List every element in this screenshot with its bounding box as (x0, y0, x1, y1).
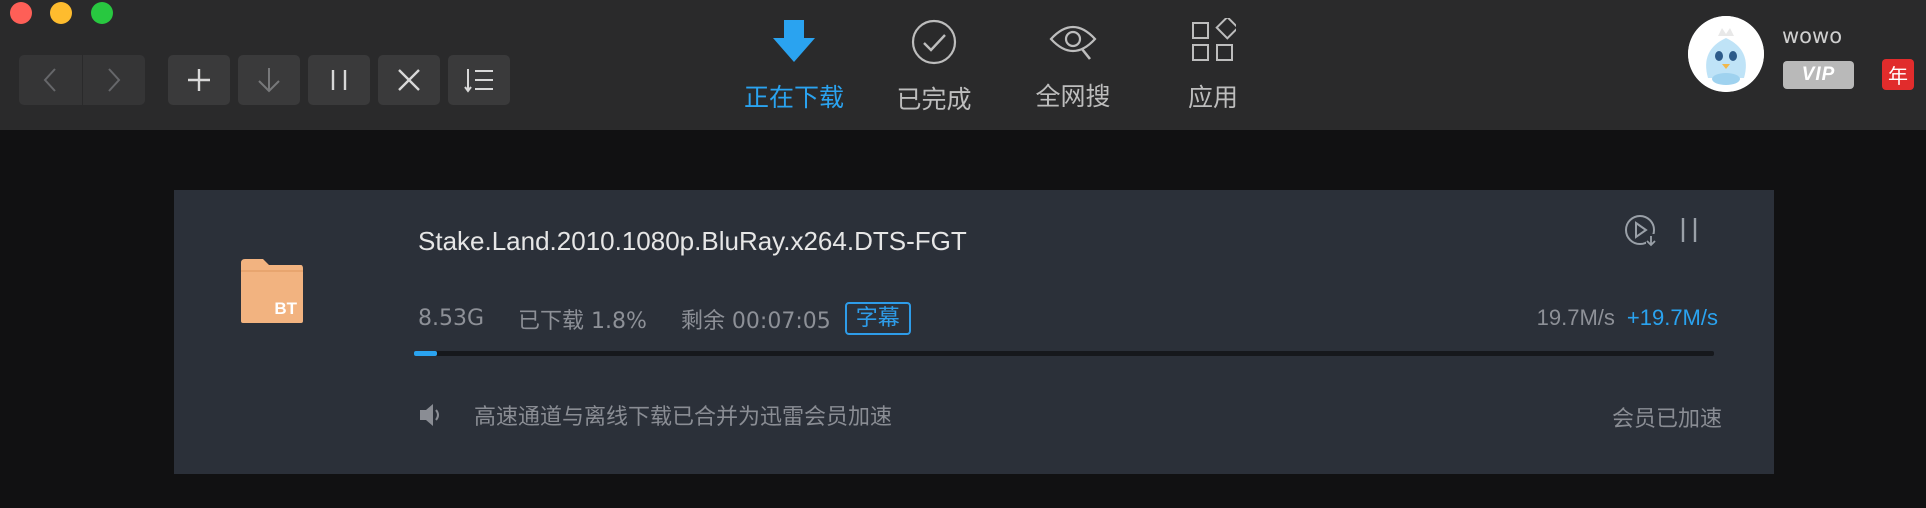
bird-mascot-icon (1688, 16, 1764, 92)
eye-search-icon (1049, 25, 1097, 60)
notice-row: 高速通道与离线下载已合并为迅雷会员加速 (418, 399, 892, 431)
year-member-badge: 年 (1882, 59, 1914, 90)
speaker-icon (420, 404, 439, 426)
download-task-card[interactable]: BT Stake.Land.2010.1080p.BluRay.x264.DTS… (174, 190, 1774, 474)
tab-downloading[interactable]: 正在下载 (739, 18, 849, 113)
window-zoom-button[interactable] (91, 2, 113, 24)
play-download-icon[interactable] (1624, 214, 1658, 248)
vip-label: VIP (1801, 64, 1836, 85)
window-minimize-button[interactable] (50, 2, 72, 24)
tab-completed[interactable]: 已完成 (879, 18, 989, 114)
username: wowo (1782, 24, 1843, 48)
back-button[interactable] (19, 55, 82, 105)
pause-icon (331, 70, 347, 90)
task-meta: 8.53G 已下载 1.8% 剩余 00:07:05 字幕 (418, 302, 911, 335)
plus-icon (188, 69, 210, 91)
bt-folder-icon: BT (241, 259, 303, 323)
check-circle-icon (911, 19, 957, 65)
tab-search[interactable]: 全网搜 (1018, 18, 1128, 113)
chevron-left-icon (43, 68, 56, 92)
notice-text: 高速通道与离线下载已合并为迅雷会员加速 (474, 405, 893, 430)
history-nav (19, 55, 145, 105)
sort-button[interactable] (448, 55, 510, 105)
tab-apps[interactable]: 应用 (1158, 18, 1268, 113)
file-name: Stake.Land.2010.1080p.BluRay.x264.DTS-FG… (418, 226, 967, 256)
subtitle-badge[interactable]: 字幕 (844, 302, 911, 335)
tab-label: 已完成 (896, 85, 972, 114)
add-task-button[interactable] (168, 55, 230, 105)
delete-button[interactable] (378, 55, 440, 105)
tab-label: 应用 (1187, 83, 1238, 112)
file-size: 8.53G (418, 306, 485, 331)
arrow-down-icon (258, 68, 280, 93)
speed-value: 19.7M/s (1536, 305, 1615, 330)
window-close-button[interactable] (10, 2, 32, 24)
toolbar: 正在下载 已完成 全网搜 应用 wowo VIP 年 (0, 0, 1926, 130)
download-arrow-icon (773, 20, 815, 62)
chevron-right-icon (108, 68, 121, 92)
pause-button[interactable] (308, 55, 370, 105)
sort-list-icon (464, 69, 493, 93)
forward-button[interactable] (83, 55, 146, 105)
avatar[interactable] (1688, 16, 1764, 92)
tab-label: 正在下载 (743, 83, 844, 112)
boost-status: 会员已加速 (1611, 407, 1722, 432)
close-icon (398, 69, 420, 91)
boost-speed: +19.7M/s (1626, 305, 1718, 330)
vip-badge[interactable]: VIP (1783, 61, 1854, 89)
progress-fill (414, 351, 438, 356)
start-download-button[interactable] (238, 55, 300, 105)
time-remaining: 剩余 00:07:05 (680, 308, 831, 334)
download-percent: 已下载 1.8% (518, 308, 647, 334)
pause-icon[interactable] (1676, 216, 1702, 246)
progress-bar (414, 351, 1714, 356)
download-speed: 19.7M/s +19.7M/s (1537, 305, 1718, 331)
task-actions (1624, 214, 1702, 248)
apps-grid-icon (1192, 18, 1236, 61)
file-type-label: BT (274, 299, 297, 318)
tab-label: 全网搜 (1035, 82, 1111, 111)
